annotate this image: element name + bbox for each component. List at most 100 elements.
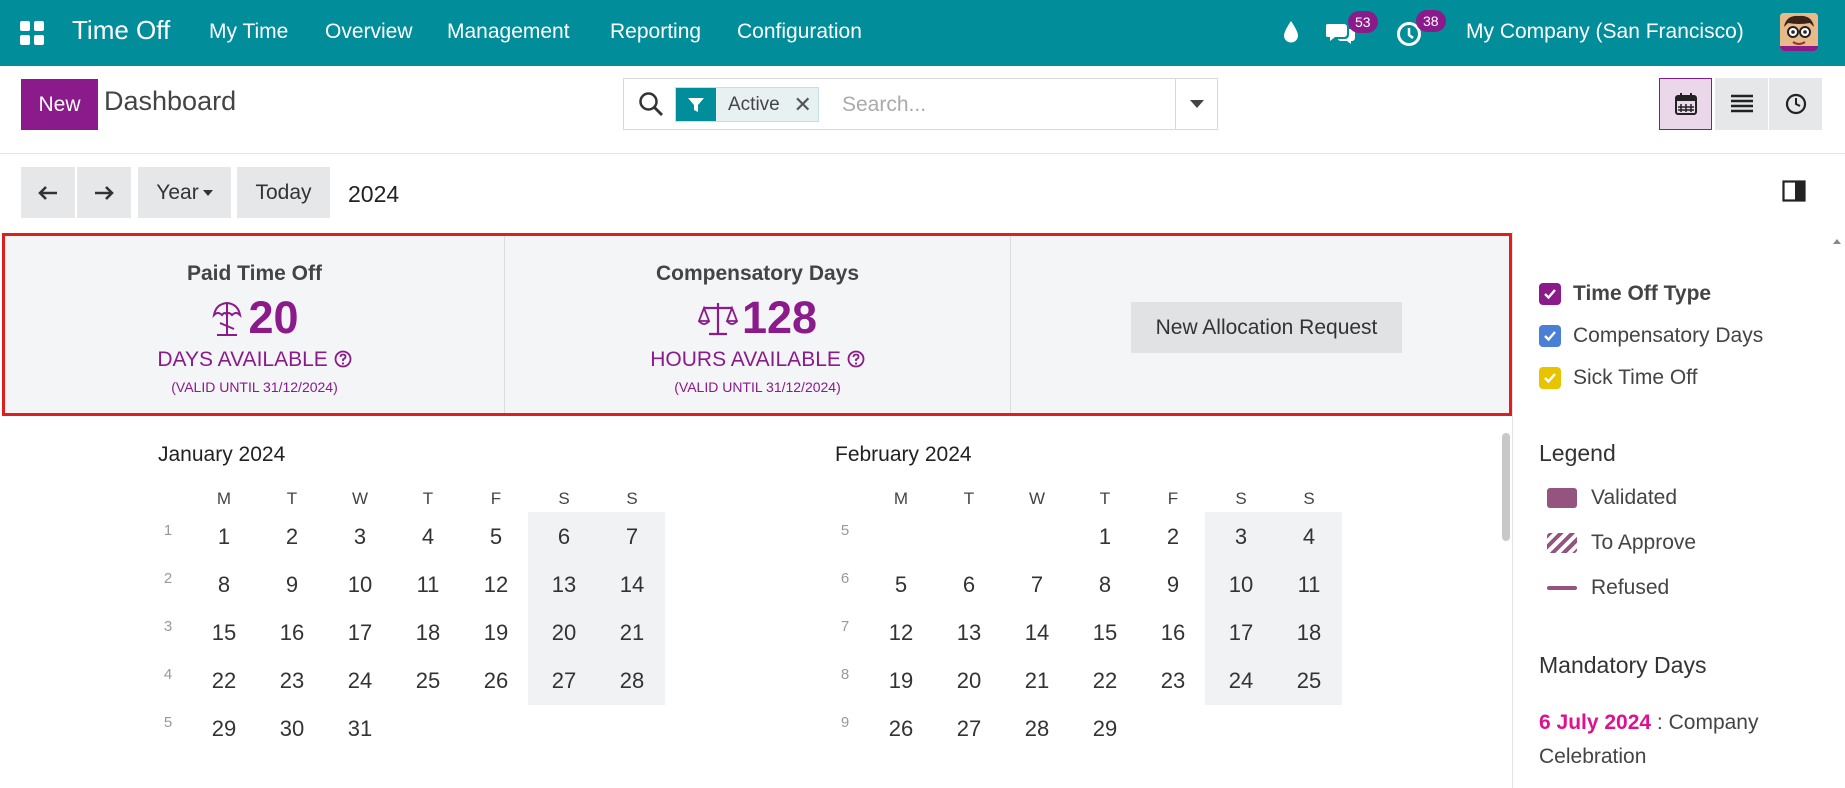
calendar-day[interactable]: 6: [935, 572, 1003, 598]
calendar-day[interactable]: 20: [530, 620, 598, 646]
checkbox-checked-icon[interactable]: [1539, 325, 1561, 347]
calendar-day[interactable]: 13: [935, 620, 1003, 646]
calendar-day[interactable]: 29: [1071, 716, 1139, 742]
new-allocation-request-button[interactable]: New Allocation Request: [1131, 302, 1402, 353]
sidebar-scrollbar[interactable]: [1831, 232, 1843, 788]
calendar-day[interactable]: 23: [258, 668, 326, 694]
calendar-day[interactable]: 31: [326, 716, 394, 742]
user-avatar[interactable]: [1780, 13, 1818, 51]
calendar-day[interactable]: 3: [1207, 524, 1275, 550]
filter-time-off-type[interactable]: Time Off Type: [1539, 282, 1711, 306]
search-input[interactable]: [842, 88, 1162, 122]
menu-reporting[interactable]: Reporting: [610, 20, 701, 44]
scrollbar-thumb[interactable]: [1502, 433, 1510, 541]
calendar-day[interactable]: 16: [258, 620, 326, 646]
calendar-day[interactable]: 20: [935, 668, 1003, 694]
calendar-day[interactable]: 19: [462, 620, 530, 646]
calendar-day[interactable]: 30: [258, 716, 326, 742]
calendar-day[interactable]: 5: [462, 524, 530, 550]
calendar-day[interactable]: 21: [598, 620, 666, 646]
calendar-day[interactable]: 18: [394, 620, 462, 646]
calendar-day[interactable]: 11: [1275, 572, 1343, 598]
calendar-day[interactable]: 12: [462, 572, 530, 598]
checkbox-checked-icon[interactable]: [1539, 283, 1561, 305]
calendar-day[interactable]: 27: [530, 668, 598, 694]
calendar-day[interactable]: 2: [258, 524, 326, 550]
calendar-day[interactable]: 17: [1207, 620, 1275, 646]
filter-sick-time-off[interactable]: Sick Time Off: [1539, 366, 1697, 390]
calendar-day[interactable]: 25: [394, 668, 462, 694]
list-view-button[interactable]: [1715, 78, 1768, 130]
scroll-up-icon[interactable]: [1831, 236, 1843, 246]
calendar-day[interactable]: 25: [1275, 668, 1343, 694]
calendar-day[interactable]: 28: [1003, 716, 1071, 742]
menu-overview[interactable]: Overview: [325, 20, 413, 44]
calendar-day[interactable]: 19: [867, 668, 935, 694]
calendar-day[interactable]: 7: [1003, 572, 1071, 598]
calendar-view-button[interactable]: [1659, 78, 1712, 130]
help-icon[interactable]: [334, 350, 352, 368]
card-validity: (VALID UNTIL 31/12/2024): [171, 379, 338, 395]
calendar-day[interactable]: 24: [326, 668, 394, 694]
calendar-day[interactable]: 2: [1139, 524, 1207, 550]
calendar-day[interactable]: 11: [394, 572, 462, 598]
calendar-day[interactable]: 21: [1003, 668, 1071, 694]
calendar-day[interactable]: 12: [867, 620, 935, 646]
menu-configuration[interactable]: Configuration: [737, 20, 862, 44]
search-icon[interactable]: [638, 91, 664, 117]
calendar-day[interactable]: 9: [1139, 572, 1207, 598]
menu-management[interactable]: Management: [447, 20, 570, 44]
apps-grid-icon[interactable]: [20, 21, 44, 45]
calendar-day[interactable]: 29: [190, 716, 258, 742]
calendar-day[interactable]: 24: [1207, 668, 1275, 694]
next-button[interactable]: [77, 167, 131, 218]
calendar-day[interactable]: 28: [598, 668, 666, 694]
company-switcher[interactable]: My Company (San Francisco): [1466, 20, 1744, 44]
calendar-day[interactable]: 6: [530, 524, 598, 550]
calendar-day[interactable]: 8: [190, 572, 258, 598]
water-drop-icon[interactable]: [1283, 20, 1299, 44]
calendar-day[interactable]: 15: [190, 620, 258, 646]
calendar-day[interactable]: 26: [462, 668, 530, 694]
calendar-day[interactable]: 4: [394, 524, 462, 550]
new-button[interactable]: New: [21, 79, 98, 130]
calendar-day[interactable]: 27: [935, 716, 1003, 742]
calendar-day[interactable]: 26: [867, 716, 935, 742]
facet-remove-icon[interactable]: ✕: [787, 88, 818, 121]
calendar-day[interactable]: 3: [326, 524, 394, 550]
calendar-day[interactable]: 22: [1071, 668, 1139, 694]
calendar-day[interactable]: 7: [598, 524, 666, 550]
calendar-day[interactable]: 1: [190, 524, 258, 550]
calendar-day[interactable]: 18: [1275, 620, 1343, 646]
calendar-day[interactable]: 22: [190, 668, 258, 694]
menu-my-time[interactable]: My Time: [209, 20, 288, 44]
activity-view-button[interactable]: [1769, 78, 1822, 130]
calendar-day[interactable]: 23: [1139, 668, 1207, 694]
calendar-day[interactable]: 14: [598, 572, 666, 598]
help-icon[interactable]: [847, 350, 865, 368]
calendar-day[interactable]: 15: [1071, 620, 1139, 646]
calendar-scrollbar[interactable]: [1500, 433, 1512, 788]
app-name[interactable]: Time Off: [72, 15, 170, 46]
calendar-day[interactable]: 4: [1275, 524, 1343, 550]
calendar-day[interactable]: 9: [258, 572, 326, 598]
calendar-navigation: Year Today 2024: [0, 154, 1845, 232]
side-panel-toggle-icon[interactable]: [1782, 180, 1806, 202]
calendar-day[interactable]: 17: [326, 620, 394, 646]
calendar-day[interactable]: 16: [1139, 620, 1207, 646]
today-button[interactable]: Today: [237, 167, 330, 218]
calendar-day[interactable]: 10: [1207, 572, 1275, 598]
calendar-day[interactable]: 5: [867, 572, 935, 598]
search-bar[interactable]: Active ✕: [623, 78, 1218, 130]
filter-compensatory-days[interactable]: Compensatory Days: [1539, 324, 1763, 348]
calendar-day[interactable]: 10: [326, 572, 394, 598]
search-options-toggle[interactable]: [1175, 79, 1218, 129]
previous-button[interactable]: [21, 167, 75, 218]
calendar-day[interactable]: 14: [1003, 620, 1071, 646]
calendar-day[interactable]: 13: [530, 572, 598, 598]
checkbox-checked-icon[interactable]: [1539, 367, 1561, 389]
scale-dropdown[interactable]: Year: [138, 167, 231, 218]
calendar-day[interactable]: 1: [1071, 524, 1139, 550]
calendar-day[interactable]: 8: [1071, 572, 1139, 598]
messages-count-badge: 53: [1348, 11, 1378, 33]
